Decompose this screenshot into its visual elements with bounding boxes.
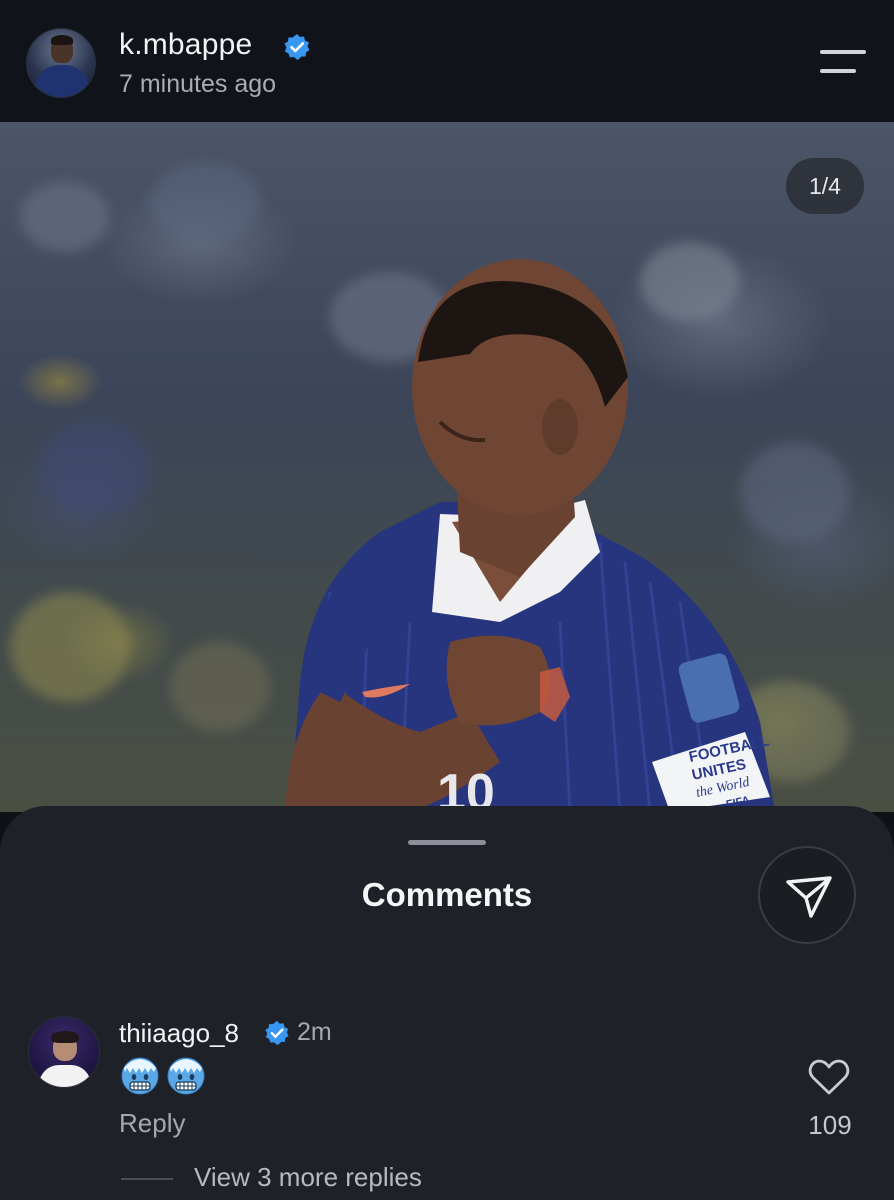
menu-icon[interactable] bbox=[820, 48, 866, 76]
like-heart-icon[interactable] bbox=[808, 1058, 850, 1096]
like-count: 109 bbox=[808, 1110, 852, 1140]
post-viewer: k.mbappe 7 minutes ago 10 FOOTBALL UNITE… bbox=[0, 0, 894, 1200]
photo-counter: 1/4 bbox=[786, 158, 864, 214]
commenter-avatar[interactable] bbox=[28, 1016, 100, 1088]
freezing-face-emoji-icon bbox=[167, 1057, 205, 1095]
verified-badge-icon bbox=[284, 34, 310, 60]
send-icon bbox=[786, 876, 832, 918]
commenter-username[interactable]: thiiaago_8 bbox=[119, 1018, 239, 1049]
replies-divider bbox=[121, 1178, 173, 1180]
comment-time: 2m bbox=[297, 1018, 332, 1046]
player-photo: 10 FOOTBALL UNITES the World FIFA bbox=[285, 259, 775, 812]
sheet-drag-handle[interactable] bbox=[408, 840, 486, 845]
post-header: k.mbappe 7 minutes ago bbox=[0, 0, 894, 122]
jersey-number: 10 bbox=[437, 764, 495, 812]
reply-button[interactable]: Reply bbox=[119, 1108, 185, 1139]
share-button[interactable] bbox=[758, 846, 856, 944]
verified-badge-icon bbox=[265, 1020, 289, 1045]
view-more-replies-button[interactable]: View 3 more replies bbox=[194, 1162, 422, 1193]
author-avatar[interactable] bbox=[26, 28, 96, 98]
comments-sheet: Comments thiiaago_8 2m Reply 109 View 3 … bbox=[0, 806, 894, 1200]
post-photo[interactable]: 10 FOOTBALL UNITES the World FIFA 1/4 bbox=[0, 122, 894, 812]
author-username[interactable]: k.mbappe bbox=[119, 28, 252, 62]
post-timestamp: 7 minutes ago bbox=[119, 70, 277, 98]
freezing-face-emoji-icon bbox=[121, 1057, 159, 1095]
